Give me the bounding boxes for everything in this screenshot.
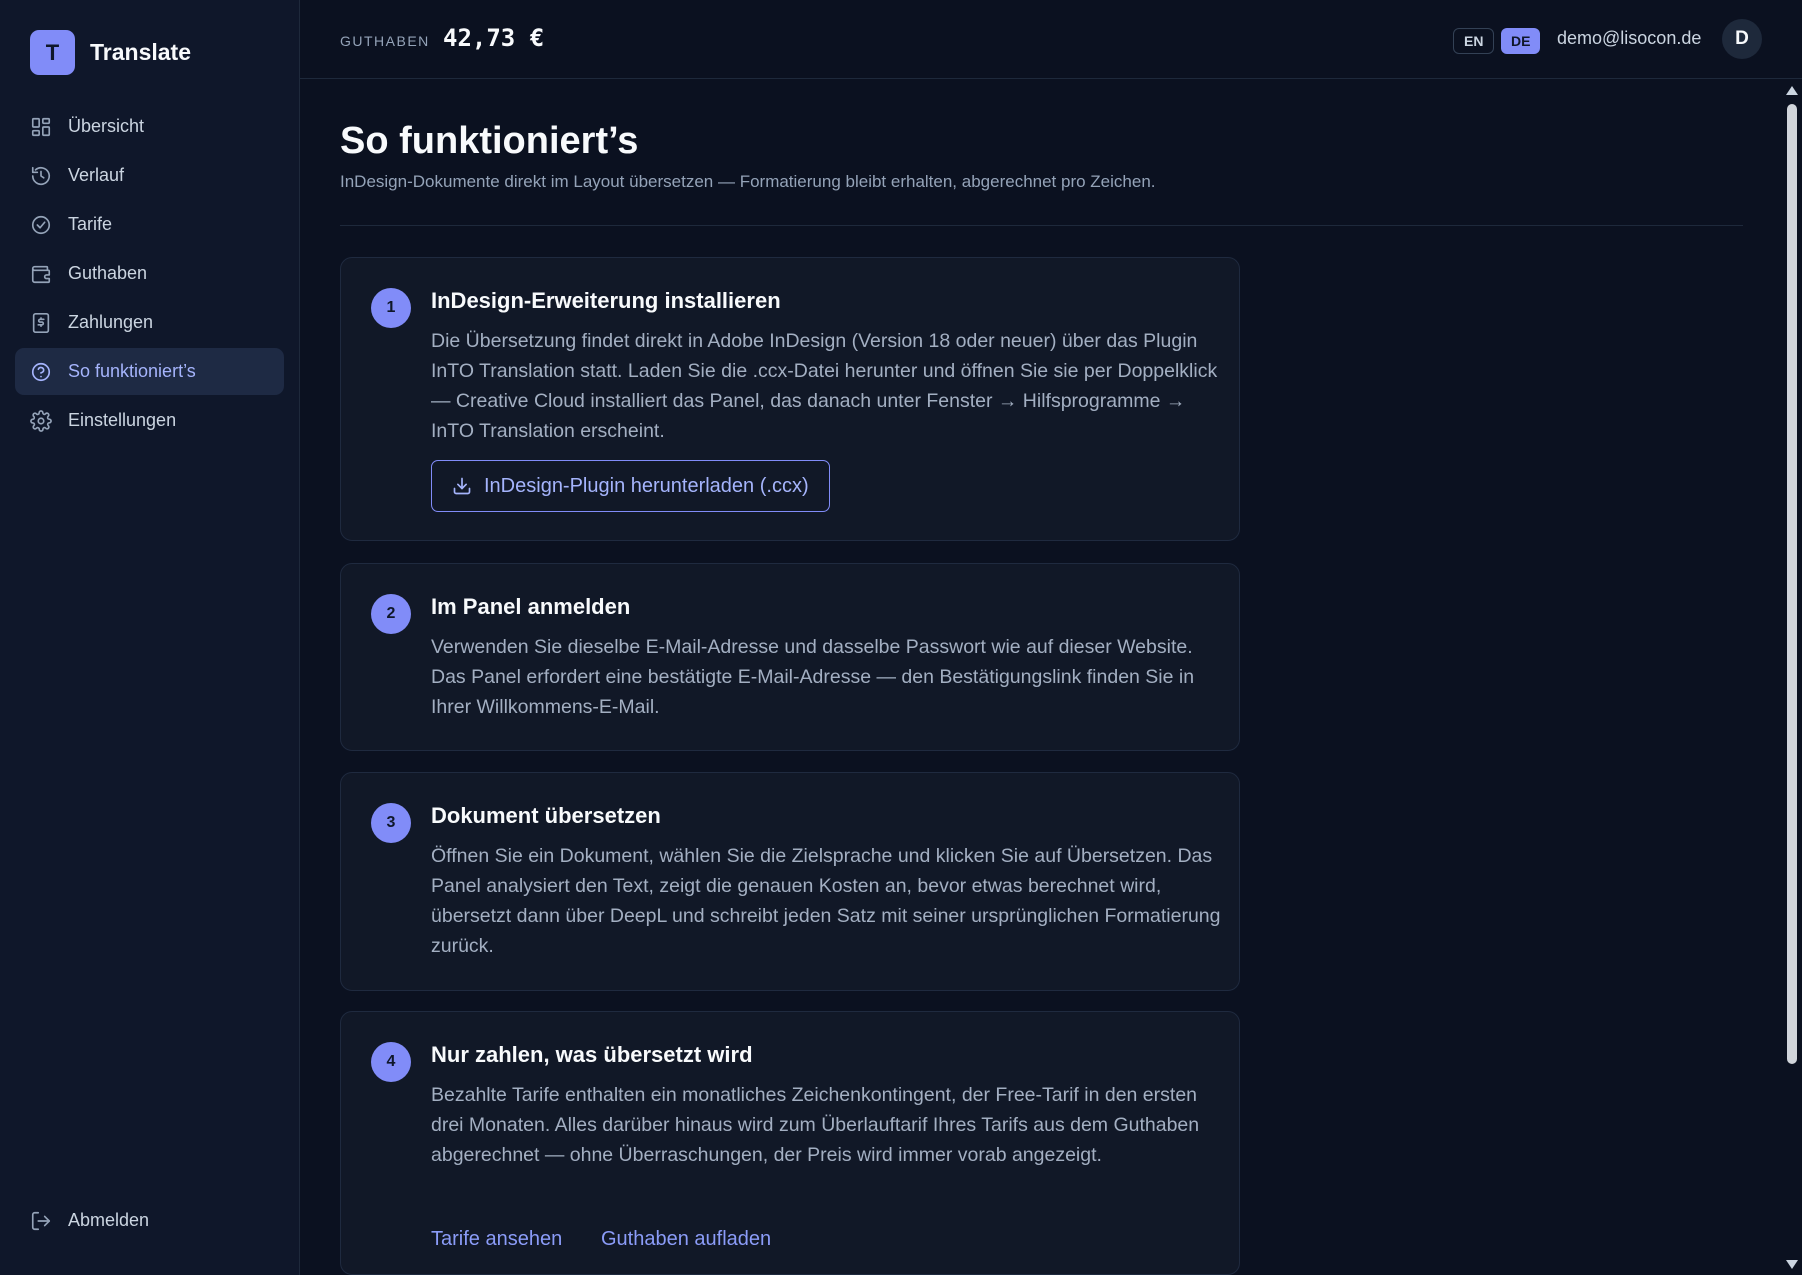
step-body: Bezahlte Tarife enthalten ein monatliche… — [431, 1084, 1200, 1166]
help-circle-icon — [30, 361, 52, 383]
sidebar-item-label: Zahlungen — [68, 312, 154, 332]
lang-en-button[interactable]: EN — [1453, 28, 1495, 54]
sidebar-item-label: Übersicht — [68, 116, 145, 136]
logout-label: Abmelden — [68, 1210, 150, 1230]
scrollbar-thumb[interactable] — [1787, 104, 1797, 1064]
balance-label: GUTHABEN — [340, 33, 430, 49]
step-card-translate: 3 Dokument übersetzen Öffnen Sie ein Dok… — [340, 772, 1240, 991]
brand[interactable]: T Translate — [30, 30, 191, 75]
sidebar-item-einstellungen[interactable]: Einstellungen — [15, 397, 284, 444]
sidebar-item-label: Verlauf — [68, 165, 125, 185]
step-number: 1 — [371, 288, 411, 328]
history-icon — [30, 165, 52, 187]
user-email[interactable]: demo@lisocon.de — [1557, 28, 1701, 49]
step-number: 2 — [371, 594, 411, 634]
sidebar-nav: Übersicht Verlauf Tarife Guthaben Zahlun… — [15, 103, 284, 446]
topbar: GUTHABEN 42,73 € EN DE demo@lisocon.de D — [300, 0, 1802, 79]
page-subtitle: InDesign-Dokumente direkt im Layout über… — [340, 172, 1156, 191]
download-plugin-label: InDesign-Plugin herunterladen (.ccx) — [484, 474, 809, 497]
logout-button[interactable]: Abmelden — [15, 1197, 284, 1244]
logout-section: Abmelden — [15, 1197, 284, 1246]
step-number: 3 — [371, 803, 411, 843]
avatar[interactable]: D — [1722, 19, 1762, 59]
sidebar-item-so-funktionierts[interactable]: So funktioniert’s — [15, 348, 284, 395]
sidebar-item-uebersicht[interactable]: Übersicht — [15, 103, 284, 150]
topup-balance-link[interactable]: Guthaben aufladen — [601, 1228, 771, 1251]
sidebar-item-label: Tarife — [68, 214, 113, 234]
step-card-login: 2 Im Panel anmelden Verwenden Sie diesel… — [340, 563, 1240, 751]
view-plans-link[interactable]: Tarife ansehen — [431, 1228, 562, 1251]
brand-name: Translate — [90, 39, 191, 65]
step-number: 4 — [371, 1042, 411, 1082]
sidebar-item-label: Guthaben — [68, 263, 148, 283]
step-body: Verwenden Sie dieselbe E-Mail-Adresse un… — [431, 636, 1195, 718]
step-body: Die Übersetzung findet direkt in Adobe I… — [431, 330, 1218, 442]
logout-icon — [30, 1210, 52, 1232]
step-title: Dokument übersetzen — [431, 803, 661, 828]
download-plugin-button[interactable]: InDesign-Plugin herunterladen (.ccx) — [431, 460, 830, 512]
brand-logo: T — [30, 30, 75, 75]
grid-icon — [30, 116, 52, 138]
sidebar-item-zahlungen[interactable]: Zahlungen — [15, 299, 284, 346]
sidebar-item-verlauf[interactable]: Verlauf — [15, 152, 284, 199]
step-title: Im Panel anmelden — [431, 594, 631, 619]
scroll-down-arrow-icon[interactable] — [1786, 1260, 1798, 1269]
download-icon — [453, 477, 471, 495]
check-circle-icon — [30, 214, 52, 236]
wallet-icon — [30, 263, 52, 285]
sidebar-item-guthaben[interactable]: Guthaben — [15, 250, 284, 297]
step-body: Öffnen Sie ein Dokument, wählen Sie die … — [431, 845, 1221, 957]
sidebar-item-label: So funktioniert’s — [68, 361, 196, 381]
step-title: InDesign-Erweiterung installieren — [431, 288, 781, 313]
gear-icon — [30, 409, 52, 432]
sidebar-item-tarife[interactable]: Tarife — [15, 201, 284, 248]
scroll-up-arrow-icon[interactable] — [1786, 86, 1798, 95]
lang-de-button[interactable]: DE — [1501, 28, 1541, 54]
step-title: Nur zahlen, was übersetzt wird — [431, 1042, 753, 1067]
step-card-pricing: 4 Nur zahlen, was übersetzt wird Bezahlt… — [340, 1011, 1240, 1275]
step-card-install: 1 InDesign-Erweiterung installieren Die … — [340, 257, 1240, 541]
balance-value: 42,73 € — [443, 24, 545, 52]
divider — [340, 225, 1743, 226]
sidebar-item-label: Einstellungen — [68, 410, 177, 430]
sidebar: T Translate Übersicht Verlauf Tarife Gut… — [0, 0, 300, 1275]
main-content: So funktioniert’s InDesign-Dokumente dir… — [300, 80, 1782, 1275]
scrollbar[interactable] — [1782, 80, 1802, 1275]
receipt-icon — [30, 312, 52, 334]
page-title: So funktioniert’s — [340, 120, 639, 162]
